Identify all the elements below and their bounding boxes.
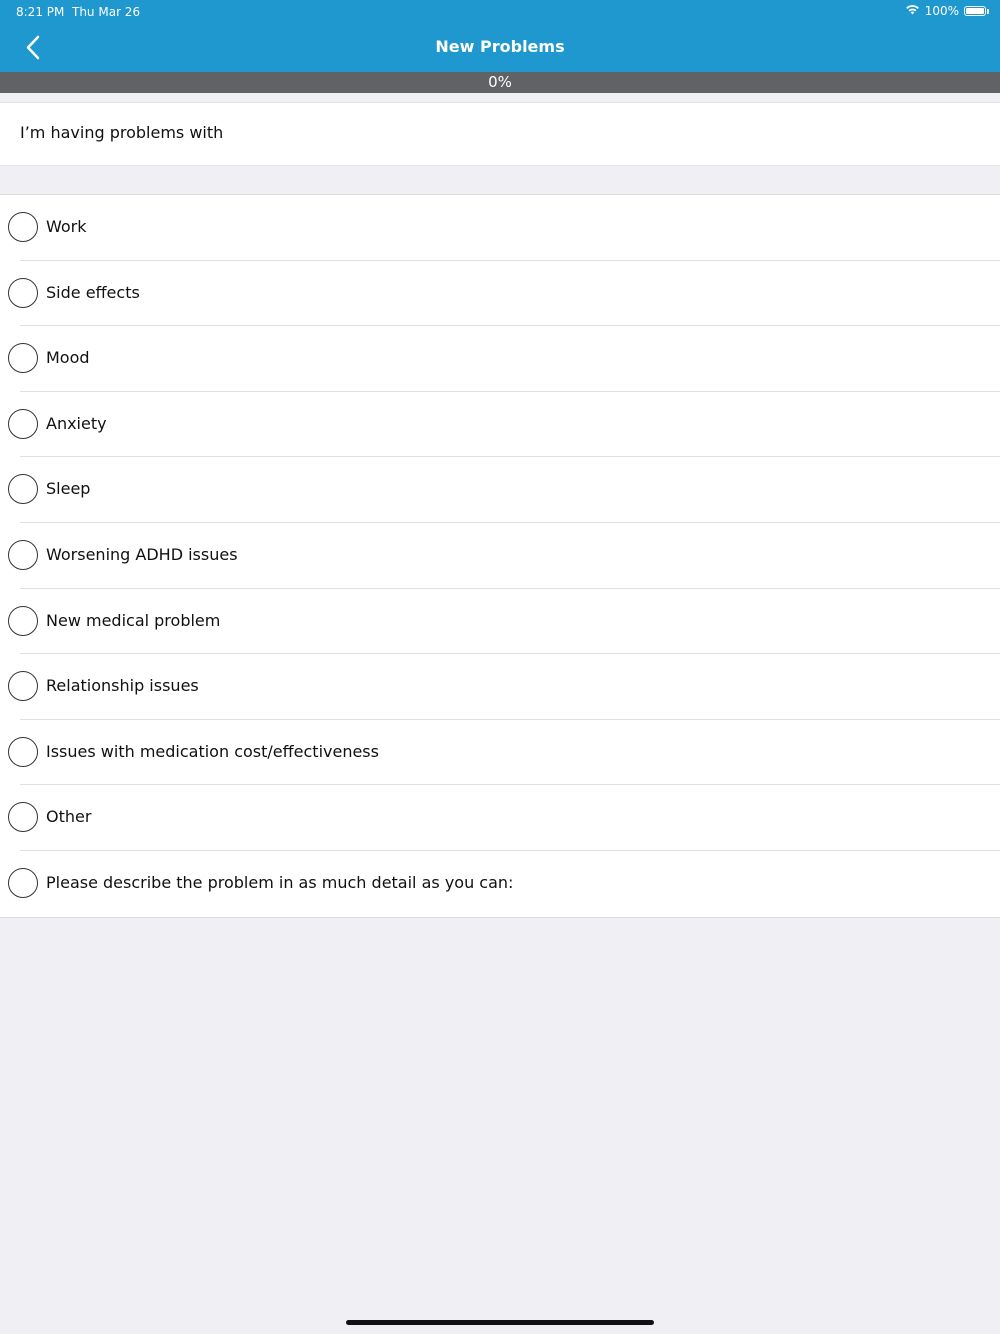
- status-bar: 8:21 PM Thu Mar 26 100%: [0, 0, 1000, 24]
- battery-percent: 100%: [924, 4, 959, 18]
- navigation-bar: New Problems: [0, 24, 1000, 72]
- option-row[interactable]: Mood: [0, 326, 1000, 392]
- option-row[interactable]: Work: [0, 195, 1000, 261]
- radio-button[interactable]: [8, 605, 38, 636]
- radio-button[interactable]: [8, 277, 38, 308]
- option-label: Anxiety: [46, 413, 107, 433]
- radio-button[interactable]: [8, 736, 38, 767]
- radio-button[interactable]: [8, 474, 38, 505]
- option-label: Please describe the problem in as much d…: [46, 872, 514, 892]
- option-row[interactable]: Please describe the problem in as much d…: [0, 851, 1000, 917]
- page-title: New Problems: [435, 37, 565, 56]
- progress-bar: 0%: [0, 72, 1000, 93]
- option-row[interactable]: Side effects: [0, 261, 1000, 327]
- status-time: 8:21 PM: [16, 5, 65, 19]
- option-row[interactable]: Issues with medication cost/effectivenes…: [0, 720, 1000, 786]
- radio-button[interactable]: [8, 802, 38, 833]
- radio-button[interactable]: [8, 867, 38, 898]
- status-right: 100%: [905, 4, 989, 18]
- battery-fill: [966, 8, 984, 14]
- options-list: Work Side effects Mood Anxiety Sleep Worsenin…: [0, 194, 1000, 918]
- option-row[interactable]: New medical problem: [0, 589, 1000, 655]
- home-indicator[interactable]: [346, 1320, 654, 1325]
- radio-button[interactable]: [8, 212, 38, 242]
- option-row[interactable]: Sleep: [0, 457, 1000, 523]
- option-label: Relationship issues: [46, 676, 199, 696]
- option-label: Worsening ADHD issues: [46, 544, 238, 564]
- radio-button[interactable]: [8, 539, 38, 570]
- question-card: I’m having problems with: [0, 102, 1000, 166]
- option-row[interactable]: Relationship issues: [0, 654, 1000, 720]
- wifi-icon: [905, 4, 920, 18]
- option-row[interactable]: Anxiety: [0, 392, 1000, 458]
- option-row[interactable]: Other: [0, 785, 1000, 851]
- option-label: Other: [46, 807, 92, 827]
- option-row[interactable]: Worsening ADHD issues: [0, 523, 1000, 589]
- option-label: New medical problem: [46, 610, 221, 630]
- progress-label: 0%: [488, 73, 512, 91]
- radio-button[interactable]: [8, 408, 38, 439]
- battery-icon: [964, 6, 989, 16]
- radio-button[interactable]: [8, 343, 38, 374]
- option-label: Issues with medication cost/effectivenes…: [46, 741, 379, 761]
- status-date: Thu Mar 26: [72, 5, 141, 19]
- option-label: Side effects: [46, 282, 140, 302]
- radio-button[interactable]: [8, 671, 38, 702]
- option-label: Sleep: [46, 479, 91, 499]
- option-label: Work: [46, 217, 87, 236]
- option-label: Mood: [46, 348, 90, 368]
- question-text: I’m having problems with: [20, 123, 224, 142]
